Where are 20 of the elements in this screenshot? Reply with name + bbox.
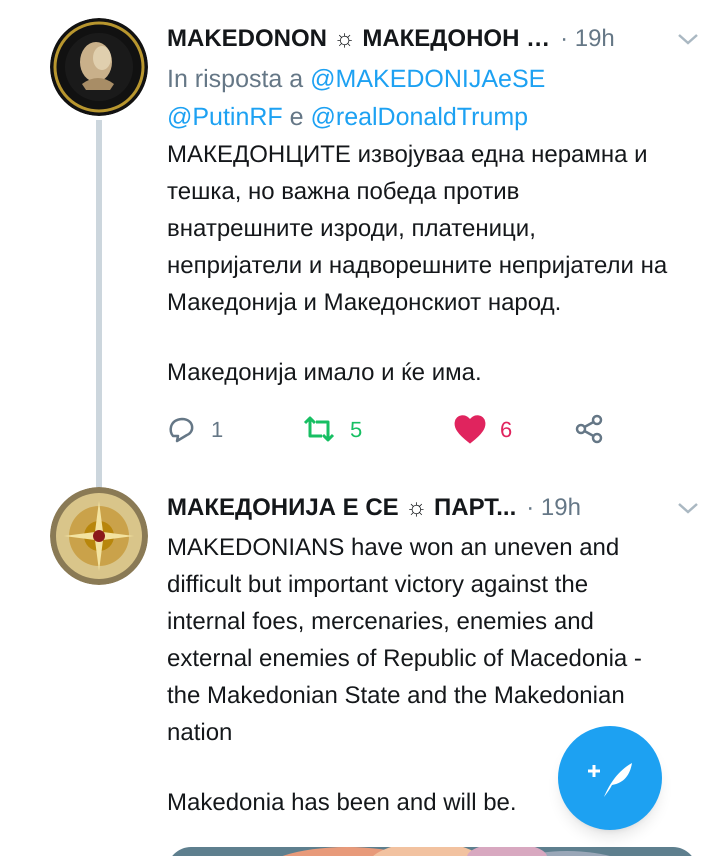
tweet-time: · 19h <box>560 24 615 54</box>
heart-icon[interactable] <box>454 414 486 444</box>
action-count: 1 <box>211 416 224 444</box>
mention-link[interactable]: @MAKEDONIJAeSE <box>310 65 546 93</box>
action-count: 6 <box>500 416 512 444</box>
share-icon[interactable] <box>574 414 604 444</box>
chevron-down-icon[interactable] <box>676 501 700 515</box>
author-name: MAKEDONON ☼ МАКЕДОНОН … <box>167 24 550 54</box>
mention-link[interactable]: @realDonaldTrump <box>310 103 528 131</box>
tweet-time: · 19h <box>526 493 581 523</box>
author-name: МАКЕДОНИЈА Е СЕ ☼ ПАРТ... <box>167 493 516 523</box>
tweet-text: Makedonia has been and will be. <box>167 788 517 818</box>
chevron-down-icon[interactable] <box>676 32 700 46</box>
reply-context: In risposta a @MAKEDONIJAeSE @PutinRF e @realDonaldTrump <box>167 64 546 133</box>
tweet-text: МАКЕДОНЦИТЕ извојуваа една нерамна и тешка, но важна победа против внатрешните изроди, платеници, непријатели и надворешните непријатели на Македонија и Македонскиот народ. <box>167 140 668 318</box>
tweet-text: MAKEDONIANS have won an uneven and difficult but important victory against the internal foes, mercenaries, enemies and external enemies of Republic of Macedonia - the Makedonian State and the Makedonian nation <box>167 533 643 748</box>
mention-link[interactable]: @PutinRF <box>167 103 283 131</box>
retweet-icon[interactable] <box>302 414 336 444</box>
action-count: 5 <box>350 416 362 444</box>
tweet-text: Македонија имало и ќе има. <box>167 358 482 388</box>
